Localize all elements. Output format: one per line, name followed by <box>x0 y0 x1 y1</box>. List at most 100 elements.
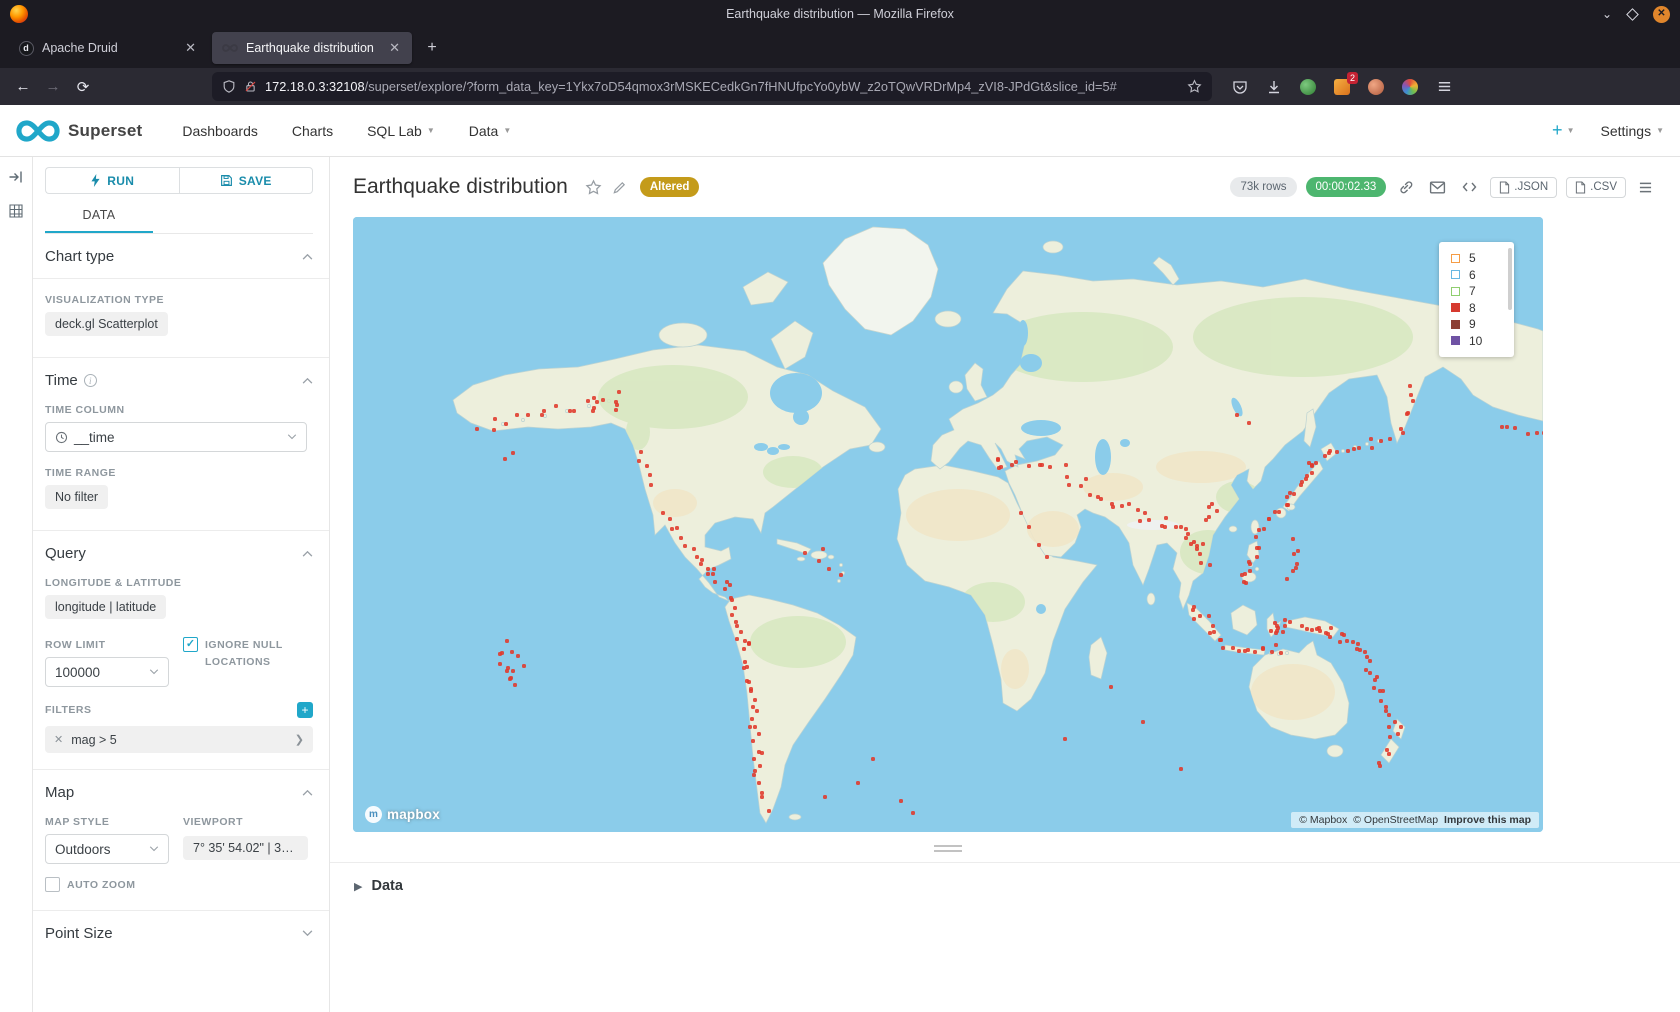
earthquake-point[interactable] <box>1186 532 1190 536</box>
expand-panel-icon[interactable] <box>8 169 24 185</box>
earthquake-point[interactable] <box>1184 536 1188 540</box>
earthquake-point[interactable] <box>817 559 821 563</box>
earthquake-point[interactable] <box>511 451 515 455</box>
earthquake-point[interactable] <box>758 764 762 768</box>
earthquake-point[interactable] <box>510 650 514 654</box>
url-bar[interactable]: 172.18.0.3:32108/superset/explore/?form_… <box>212 72 1212 101</box>
earthquake-point[interactable] <box>661 511 665 515</box>
earthquake-point[interactable] <box>692 547 696 551</box>
earthquake-point[interactable] <box>1535 431 1539 435</box>
earthquake-point[interactable] <box>1275 624 1279 628</box>
edit-pencil-icon[interactable] <box>612 180 627 195</box>
earthquake-point[interactable] <box>1387 713 1391 717</box>
earthquake-point[interactable] <box>1292 492 1296 496</box>
earthquake-point[interactable] <box>542 409 546 413</box>
earthquake-point[interactable] <box>803 551 807 555</box>
map-style-select[interactable]: Outdoors <box>45 834 169 864</box>
section-point-size[interactable]: Point Size <box>45 925 313 942</box>
ignore-null-checkbox-row[interactable]: IGNORE NULL LOCATIONS <box>183 637 301 671</box>
earthquake-point[interactable] <box>1048 465 1052 469</box>
earthquake-point[interactable] <box>821 547 825 551</box>
deckgl-scatterplot-map[interactable]: 5678910 m mapbox © Mapbox © OpenStreetMa… <box>353 217 1543 832</box>
earthquake-point[interactable] <box>505 639 509 643</box>
earthquake-point[interactable] <box>1411 399 1415 403</box>
earthquake-point[interactable] <box>637 459 641 463</box>
earthquake-point[interactable] <box>1163 525 1167 529</box>
nav-sql-lab[interactable]: SQL Lab▼ <box>367 123 435 139</box>
earthquake-point[interactable] <box>1110 502 1114 506</box>
earthquake-point[interactable] <box>1084 477 1088 481</box>
earthquake-point[interactable] <box>511 669 515 673</box>
earthquake-point[interactable] <box>1208 631 1212 635</box>
earthquake-point[interactable] <box>757 781 761 785</box>
earthquake-point[interactable] <box>747 642 751 646</box>
earthquake-point[interactable] <box>591 409 595 413</box>
earthquake-point[interactable] <box>615 403 619 407</box>
viz-type-chip[interactable]: deck.gl Scatterplot <box>45 312 168 336</box>
earthquake-point[interactable] <box>1283 618 1287 622</box>
forward-icon[interactable]: → <box>38 73 68 101</box>
earthquake-point[interactable] <box>554 404 558 408</box>
earthquake-point[interactable] <box>1307 461 1311 465</box>
earthquake-point[interactable] <box>735 637 739 641</box>
earthquake-point[interactable] <box>1255 546 1259 550</box>
earthquake-point[interactable] <box>1067 483 1071 487</box>
earthquake-point[interactable] <box>728 583 732 587</box>
earthquake-point[interactable] <box>1279 651 1283 655</box>
new-tab-button[interactable]: + <box>418 34 446 62</box>
earthquake-point[interactable] <box>745 665 749 669</box>
earthquake-point[interactable] <box>1192 605 1196 609</box>
legend-scrollbar[interactable] <box>1508 248 1512 310</box>
earthquake-point[interactable] <box>1292 552 1296 556</box>
earthquake-point[interactable] <box>733 606 737 610</box>
earthquake-point[interactable] <box>1099 497 1103 501</box>
earthquake-point[interactable] <box>1215 509 1219 513</box>
earthquake-point[interactable] <box>839 573 843 577</box>
earthquake-point[interactable] <box>1199 561 1203 565</box>
earthquake-point[interactable] <box>753 698 757 702</box>
earthquake-point[interactable] <box>1045 555 1049 559</box>
earthquake-point[interactable] <box>1370 446 1374 450</box>
earthquake-point[interactable] <box>586 399 590 403</box>
earthquake-point[interactable] <box>503 457 507 461</box>
earthquake-point[interactable] <box>751 739 755 743</box>
earthquake-point[interactable] <box>1345 639 1349 643</box>
earthquake-point[interactable] <box>1255 555 1259 559</box>
earthquake-point[interactable] <box>755 709 759 713</box>
earthquake-point[interactable] <box>1351 640 1355 644</box>
lonlat-chip[interactable]: longitude | latitude <box>45 595 166 619</box>
earthquake-point[interactable] <box>675 526 679 530</box>
earthquake-point[interactable] <box>1387 752 1391 756</box>
earthquake-point[interactable] <box>540 413 544 417</box>
earthquake-point[interactable] <box>649 483 653 487</box>
earthquake-point[interactable] <box>504 422 508 426</box>
earthquake-point[interactable] <box>509 676 513 680</box>
earthquake-point[interactable] <box>1281 630 1285 634</box>
attribution-osm-link[interactable]: © OpenStreetMap <box>1353 814 1438 826</box>
earthquake-point[interactable] <box>1111 505 1115 509</box>
earthquake-point[interactable] <box>1247 560 1251 564</box>
earthquake-point[interactable] <box>1192 540 1196 544</box>
earthquake-point[interactable] <box>996 458 1000 462</box>
window-maximize-icon[interactable] <box>1626 8 1639 21</box>
attribution-mapbox-link[interactable]: © Mapbox <box>1299 814 1347 826</box>
earthquake-point[interactable] <box>1237 649 1241 653</box>
earthquake-point[interactable] <box>1335 450 1339 454</box>
earthquake-point[interactable] <box>1138 519 1142 523</box>
earthquake-point[interactable] <box>1184 527 1188 531</box>
earthquake-point[interactable] <box>475 427 479 431</box>
section-time[interactable]: Time i <box>45 372 313 389</box>
earthquake-point[interactable] <box>1323 454 1327 458</box>
tab-close-icon[interactable]: ✕ <box>181 38 200 58</box>
downloads-icon[interactable] <box>1264 77 1284 97</box>
earthquake-point[interactable] <box>743 660 747 664</box>
earthquake-point[interactable] <box>1198 552 1202 556</box>
mapbox-logo[interactable]: m mapbox <box>365 806 440 823</box>
earthquake-point[interactable] <box>1198 614 1202 618</box>
nav-data[interactable]: Data▼ <box>469 123 512 139</box>
earthquake-point[interactable] <box>1352 447 1356 451</box>
earthquake-point[interactable] <box>911 811 915 815</box>
earthquake-point[interactable] <box>1299 483 1303 487</box>
earthquake-point[interactable] <box>1378 764 1382 768</box>
email-icon[interactable] <box>1426 180 1449 195</box>
